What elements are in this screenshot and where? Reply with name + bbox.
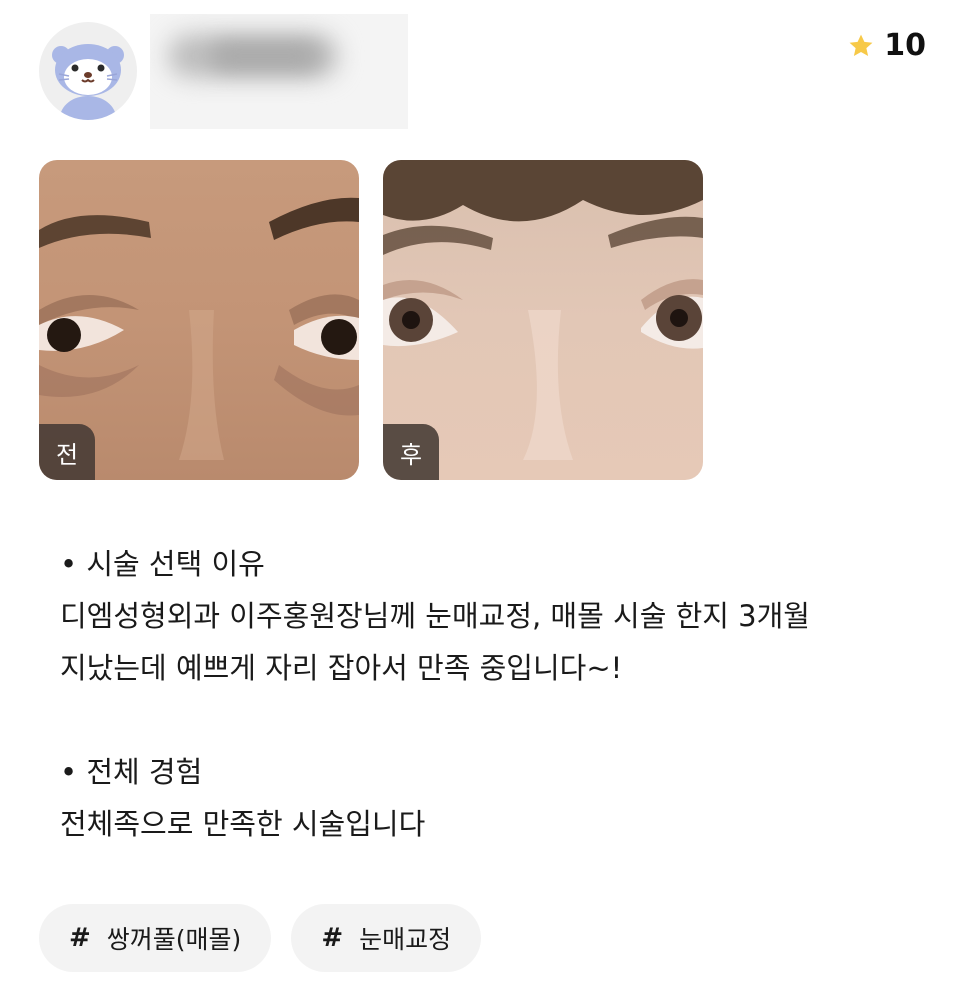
- otter-avatar-icon: [52, 44, 124, 120]
- rating: 10: [847, 28, 926, 63]
- tag-list: # 쌍꺼풀(매몰) # 눈매교정: [39, 904, 482, 972]
- review-text-line: 디엠성형외과 이주홍원장님께 눈매교정, 매몰 시술 한지 3개월: [60, 599, 810, 633]
- before-label: 전: [39, 424, 95, 480]
- review-body: • 시술 선택 이유 디엠성형외과 이주홍원장님께 눈매교정, 매몰 시술 한지…: [60, 538, 920, 850]
- tag-chip-double-eyelid[interactable]: # 쌍꺼풀(매몰): [39, 904, 272, 972]
- review-text-line: 전체족으로 만족한 시술입니다: [60, 807, 426, 841]
- hash-icon: #: [69, 923, 91, 953]
- review-text-line: 지났는데 예쁘게 자리 잡아서 만족 중입니다~!: [60, 651, 623, 685]
- before-photo[interactable]: 전: [39, 160, 359, 480]
- avatar[interactable]: [39, 22, 137, 120]
- username-redacted: [150, 14, 408, 129]
- after-label: 후: [383, 424, 439, 480]
- section-heading-experience: • 전체 경험: [60, 755, 203, 789]
- after-photo[interactable]: 후: [383, 160, 703, 480]
- section-heading-reason: • 시술 선택 이유: [60, 547, 265, 581]
- tag-label: 눈매교정: [359, 925, 452, 954]
- review-card: 10 전 후 • 시술 선택 이유 디엠성형외과 이주홍원장님께 눈매교정, 매…: [0, 0, 966, 1008]
- hash-icon: #: [321, 923, 344, 953]
- star-icon: [849, 34, 873, 56]
- tag-chip-eye-correction[interactable]: # 눈매교정: [291, 904, 482, 972]
- rating-value: 10: [884, 28, 926, 63]
- tag-label: 쌍꺼풀(매몰): [106, 925, 242, 954]
